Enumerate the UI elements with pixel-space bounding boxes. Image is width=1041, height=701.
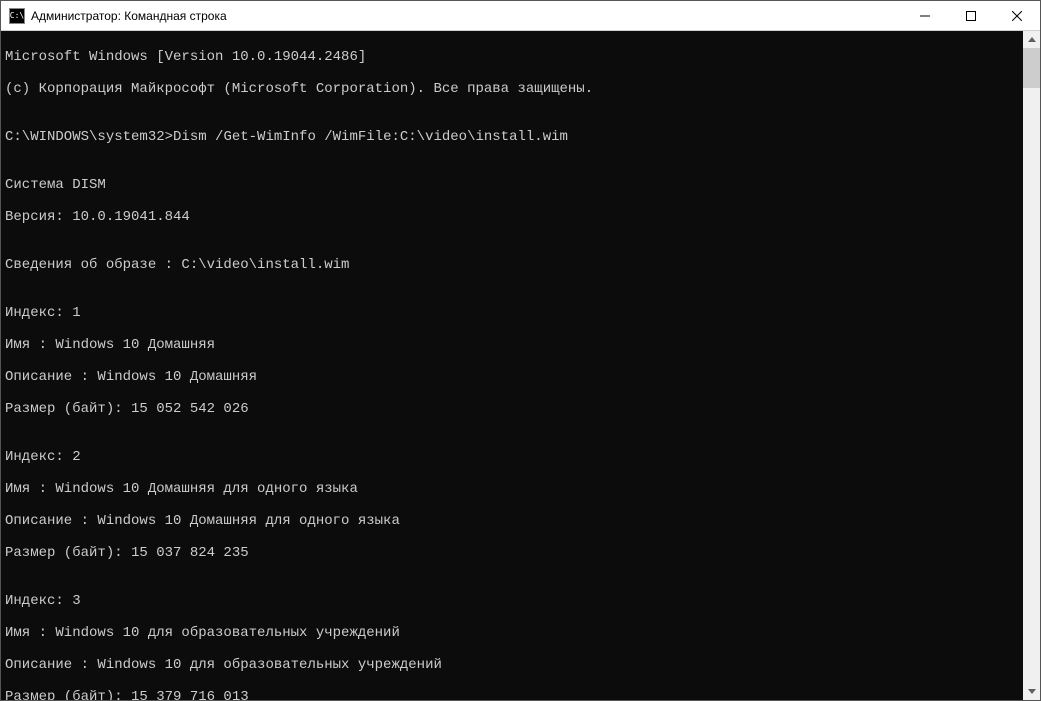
prompt-line: C:\WINDOWS\system32>Dism /Get-WimInfo /W…: [5, 129, 1023, 145]
output-line: Имя : Windows 10 Домашняя для одного язы…: [5, 481, 1023, 497]
output-line: Cистема DISM: [5, 177, 1023, 193]
output-line: Размер (байт): 15 037 824 235: [5, 545, 1023, 561]
scroll-down-button[interactable]: [1023, 683, 1040, 700]
output-line: Описание : Windows 10 Домашняя для одног…: [5, 513, 1023, 529]
vertical-scrollbar[interactable]: [1023, 31, 1040, 700]
output-line: Имя : Windows 10 Домашняя: [5, 337, 1023, 353]
chevron-up-icon: [1028, 37, 1036, 42]
maximize-button[interactable]: [948, 1, 994, 30]
scrollbar-track[interactable]: [1023, 48, 1040, 683]
output-line: Индекс: 3: [5, 593, 1023, 609]
command-text: Dism /Get-WimInfo /WimFile:C:\video\inst…: [173, 129, 568, 145]
scroll-up-button[interactable]: [1023, 31, 1040, 48]
titlebar[interactable]: C:\ Администратор: Командная строка: [1, 1, 1040, 31]
close-icon: [1012, 11, 1022, 21]
prompt-path: C:\WINDOWS\system32>: [5, 129, 173, 145]
close-button[interactable]: [994, 1, 1040, 30]
output-line: Размер (байт): 15 052 542 026: [5, 401, 1023, 417]
window-frame: C:\ Администратор: Командная строка Micr…: [0, 0, 1041, 701]
output-line: Имя : Windows 10 для образовательных учр…: [5, 625, 1023, 641]
maximize-icon: [966, 11, 976, 21]
output-line: Microsoft Windows [Version 10.0.19044.24…: [5, 49, 1023, 65]
scrollbar-thumb[interactable]: [1023, 48, 1040, 88]
terminal-output[interactable]: Microsoft Windows [Version 10.0.19044.24…: [1, 31, 1023, 700]
app-icon: C:\: [9, 8, 25, 24]
output-line: Индекс: 2: [5, 449, 1023, 465]
output-line: Версия: 10.0.19041.844: [5, 209, 1023, 225]
chevron-down-icon: [1028, 689, 1036, 694]
minimize-icon: [920, 11, 930, 21]
output-line: (c) Корпорация Майкрософт (Microsoft Cor…: [5, 81, 1023, 97]
output-line: Описание : Windows 10 для образовательны…: [5, 657, 1023, 673]
window-controls: [902, 1, 1040, 30]
client-area: Microsoft Windows [Version 10.0.19044.24…: [1, 31, 1040, 700]
output-line: Сведения об образе : C:\video\install.wi…: [5, 257, 1023, 273]
window-title: Администратор: Командная строка: [31, 9, 902, 23]
output-line: Размер (байт): 15 379 716 013: [5, 689, 1023, 700]
minimize-button[interactable]: [902, 1, 948, 30]
output-line: Индекс: 1: [5, 305, 1023, 321]
output-line: Описание : Windows 10 Домашняя: [5, 369, 1023, 385]
